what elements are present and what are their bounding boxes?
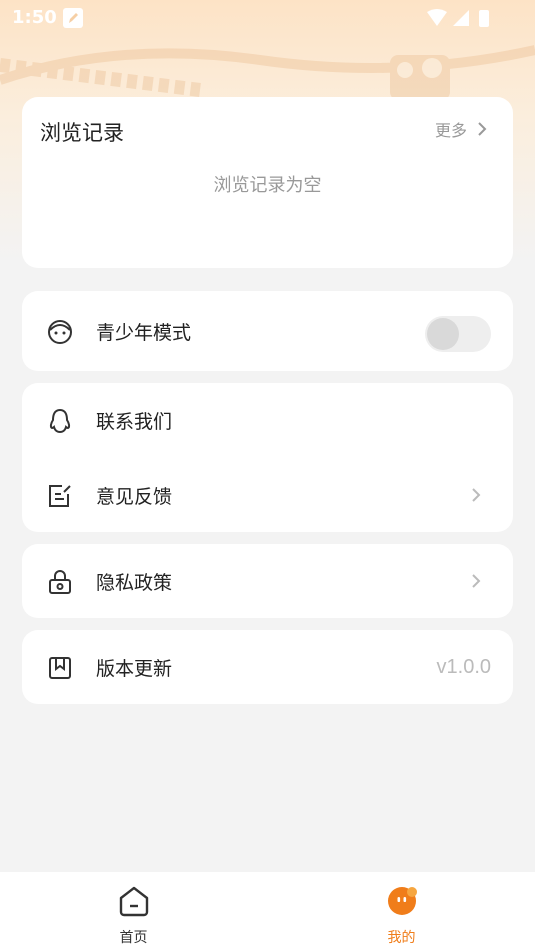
chevron-right-icon xyxy=(472,574,481,588)
edit-notification-icon xyxy=(63,8,83,28)
teen-mode-card: 青少年模式 xyxy=(22,291,513,371)
qq-penguin-icon xyxy=(49,408,71,434)
history-card: 浏览记录 更多 浏览记录为空 xyxy=(22,97,513,268)
history-more-link[interactable]: 更多 xyxy=(435,117,491,141)
signal-icon xyxy=(453,10,469,26)
contact-feedback-card: 联系我们 意见反馈 xyxy=(22,383,513,532)
tab-home-label: 首页 xyxy=(119,930,148,946)
history-title: 浏览记录 xyxy=(40,121,124,145)
contact-row[interactable]: 联系我们 xyxy=(22,383,513,457)
toggle-knob xyxy=(427,318,459,350)
feedback-label: 意见反馈 xyxy=(96,486,173,508)
contact-label: 联系我们 xyxy=(96,411,173,433)
teen-mode-toggle[interactable] xyxy=(425,316,491,352)
bottom-tab-bar: 首页 我的 xyxy=(0,872,535,951)
history-empty-text: 浏览记录为空 xyxy=(213,175,322,196)
chevron-right-icon xyxy=(478,122,487,136)
battery-icon xyxy=(479,10,489,27)
bookmark-box-icon xyxy=(49,657,71,679)
privacy-label: 隐私政策 xyxy=(96,572,173,594)
history-more-label: 更多 xyxy=(434,121,467,140)
home-icon xyxy=(119,886,149,917)
tab-mine[interactable]: 我的 xyxy=(268,872,535,951)
privacy-card: 隐私政策 xyxy=(22,544,513,618)
status-bar: 1:50 xyxy=(0,0,535,36)
feedback-row[interactable]: 意见反馈 xyxy=(22,458,513,532)
version-card: 版本更新 v1.0.0 xyxy=(22,630,513,704)
wifi-icon xyxy=(427,9,447,26)
feedback-edit-icon xyxy=(49,485,71,507)
version-row[interactable]: 版本更新 v1.0.0 xyxy=(22,630,513,704)
lock-icon xyxy=(49,570,71,594)
teen-mode-row: 青少年模式 xyxy=(22,294,513,368)
teen-mode-label: 青少年模式 xyxy=(96,322,192,344)
tab-home[interactable]: 首页 xyxy=(0,872,267,951)
version-value: v1.0.0 xyxy=(436,656,491,678)
mine-face-icon xyxy=(388,887,417,915)
teen-face-icon xyxy=(48,320,72,344)
tab-mine-label: 我的 xyxy=(387,930,416,946)
version-label: 版本更新 xyxy=(96,658,173,680)
chevron-right-icon xyxy=(472,488,481,502)
privacy-row[interactable]: 隐私政策 xyxy=(22,544,513,618)
status-right-icons xyxy=(425,8,495,32)
status-time: 1:50 xyxy=(12,7,57,28)
